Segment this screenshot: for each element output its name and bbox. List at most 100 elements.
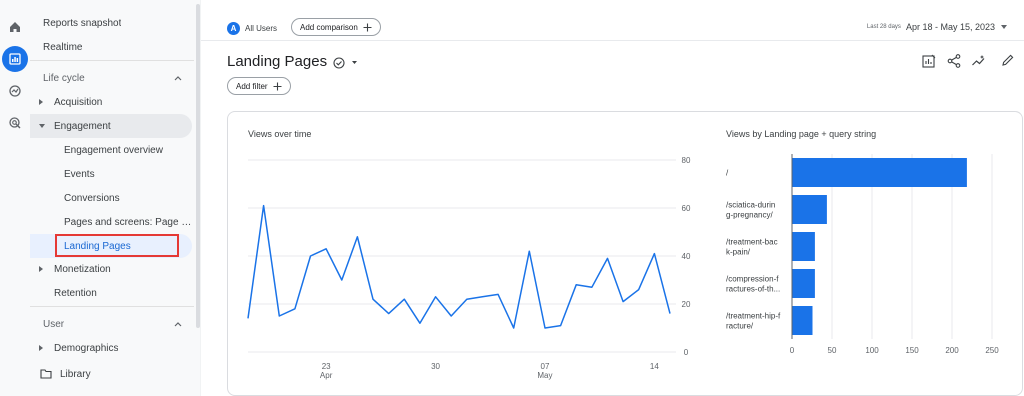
customize-report-icon[interactable] xyxy=(921,53,937,69)
category-label: racture/ xyxy=(726,322,754,331)
sidebar-item-monetization[interactable]: Monetization xyxy=(30,257,192,281)
folder-icon xyxy=(40,369,52,379)
check-circle-icon xyxy=(332,56,345,69)
divider xyxy=(30,60,194,61)
category-label: / xyxy=(726,169,729,178)
category-label: k-pain/ xyxy=(726,248,751,257)
edit-icon[interactable] xyxy=(1001,53,1015,67)
chevron-up-icon xyxy=(174,76,182,81)
y-tick-label: 20 xyxy=(682,300,691,309)
caret-right-icon xyxy=(39,266,43,272)
sidebar-item-acquisition[interactable]: Acquisition xyxy=(30,90,192,114)
sidebar-item-engagement-overview[interactable]: Engagement overview xyxy=(30,138,192,162)
main-content: A All Users Add comparison Last 28 days … xyxy=(201,0,1024,396)
sidebar-item-label: Conversions xyxy=(64,192,120,204)
y-tick-label: 0 xyxy=(684,348,689,357)
highlight-box xyxy=(55,234,179,257)
page-title: Landing Pages xyxy=(227,53,328,70)
bar xyxy=(792,158,967,187)
sidebar-item-retention[interactable]: Retention xyxy=(30,281,192,305)
x-tick-label: 100 xyxy=(865,346,879,355)
x-tick-label: 30 xyxy=(431,362,440,371)
sidebar-item-label: Monetization xyxy=(54,263,111,275)
y-tick-label: 40 xyxy=(682,252,691,261)
series-line xyxy=(247,204,671,329)
add-filter-button[interactable]: Add filter xyxy=(227,77,291,95)
x-tick-label: 50 xyxy=(828,346,837,355)
advertising-icon[interactable] xyxy=(2,110,28,136)
sidebar-item-label: Library xyxy=(60,368,91,380)
category-label: /treatment-bac xyxy=(726,238,778,247)
sidebar-item-label: Engagement xyxy=(54,120,111,132)
x-tick-label: 200 xyxy=(945,346,959,355)
all-users-chip[interactable]: A All Users xyxy=(227,19,277,37)
sidebar-item-label: Demographics xyxy=(54,342,119,354)
bar-chart-title: Views by Landing page + query string xyxy=(726,129,876,139)
insights-icon[interactable] xyxy=(971,53,987,69)
sidebar-item-realtime[interactable]: Realtime xyxy=(30,35,192,59)
bar-chart: 0 50 100 150 200 250 / /sciatica-during-pregnan… xyxy=(726,154,999,355)
title-status-menu[interactable] xyxy=(326,53,364,72)
sidebar-section-life-cycle[interactable]: Life cycle xyxy=(30,66,192,90)
sidebar-item-label: Engagement overview xyxy=(64,144,163,156)
category-label: g-pregnancy/ xyxy=(726,211,773,220)
sidebar-item-label: Reports snapshot xyxy=(43,17,122,29)
x-tick-month-label: May xyxy=(537,371,552,380)
explore-icon[interactable] xyxy=(2,78,28,104)
sidebar-item-conversions[interactable]: Conversions xyxy=(30,186,192,210)
bar xyxy=(792,269,815,298)
sidebar-item-library[interactable]: Library xyxy=(30,362,192,386)
x-tick-month-label: Apr xyxy=(320,371,333,380)
sidebar-item-label: Events xyxy=(64,168,95,180)
header-divider xyxy=(201,40,1024,41)
x-tick-label: 07 xyxy=(541,362,550,371)
sidebar-scrollbar[interactable] xyxy=(196,4,200,328)
charts-card: Views over time Views by Landing page + … xyxy=(227,111,1023,396)
date-range-picker[interactable]: Last 28 days Apr 18 - May 15, 2023 xyxy=(867,22,1008,32)
x-tick-label: 150 xyxy=(905,346,919,355)
bar xyxy=(792,195,827,224)
section-label: User xyxy=(43,318,65,330)
x-tick-label: 250 xyxy=(985,346,999,355)
sidebar-item-label: Realtime xyxy=(43,41,83,53)
nav-rail xyxy=(0,0,30,396)
bar xyxy=(792,232,815,261)
sidebar-item-demographics[interactable]: Demographics xyxy=(30,336,192,360)
category-label: /sciatica-durin xyxy=(726,201,775,210)
home-icon[interactable] xyxy=(2,14,28,40)
category-label: ractures-of-th... xyxy=(726,285,780,294)
caret-down-icon xyxy=(1001,25,1007,29)
date-range-value: Apr 18 - May 15, 2023 xyxy=(905,22,995,32)
add-filter-label: Add filter xyxy=(236,81,268,91)
sidebar-section-user[interactable]: User xyxy=(30,312,192,336)
sidebar-item-reports-snapshot[interactable]: Reports snapshot xyxy=(30,11,192,35)
charts-svg: Views over time Views by Landing page + … xyxy=(247,129,999,380)
caret-down-icon xyxy=(39,124,45,128)
caret-right-icon xyxy=(39,345,43,351)
plus-icon xyxy=(363,23,372,31)
avatar: A xyxy=(227,21,240,35)
caret-right-icon xyxy=(39,99,43,105)
add-comparison-button[interactable]: Add comparison xyxy=(291,18,381,36)
x-tick-label: 23 xyxy=(322,362,331,371)
share-icon[interactable] xyxy=(946,53,962,69)
section-label: Life cycle xyxy=(43,72,85,84)
chevron-up-icon xyxy=(174,322,182,327)
sidebar-item-events[interactable]: Events xyxy=(30,162,192,186)
x-tick-label: 0 xyxy=(790,346,795,355)
category-label: /treatment-hip-f xyxy=(726,312,781,321)
caret-down-icon xyxy=(351,61,357,64)
all-users-label: All Users xyxy=(245,23,278,33)
date-range-prefix: Last 28 days xyxy=(866,24,901,30)
sidebar-item-engagement[interactable]: Engagement xyxy=(30,114,192,138)
x-tick-label: 14 xyxy=(650,362,659,371)
y-tick-label: 60 xyxy=(682,204,691,213)
sidebar-item-pages-and-screens[interactable]: Pages and screens: Page ti... xyxy=(30,210,192,234)
y-tick-label: 80 xyxy=(682,156,691,165)
line-chart-title: Views over time xyxy=(248,129,311,139)
add-comparison-label: Add comparison xyxy=(300,22,358,32)
reports-icon[interactable] xyxy=(2,46,28,72)
bar xyxy=(792,306,813,335)
sidebar-item-label: Acquisition xyxy=(54,96,103,108)
sidebar-item-label: Retention xyxy=(54,287,97,299)
